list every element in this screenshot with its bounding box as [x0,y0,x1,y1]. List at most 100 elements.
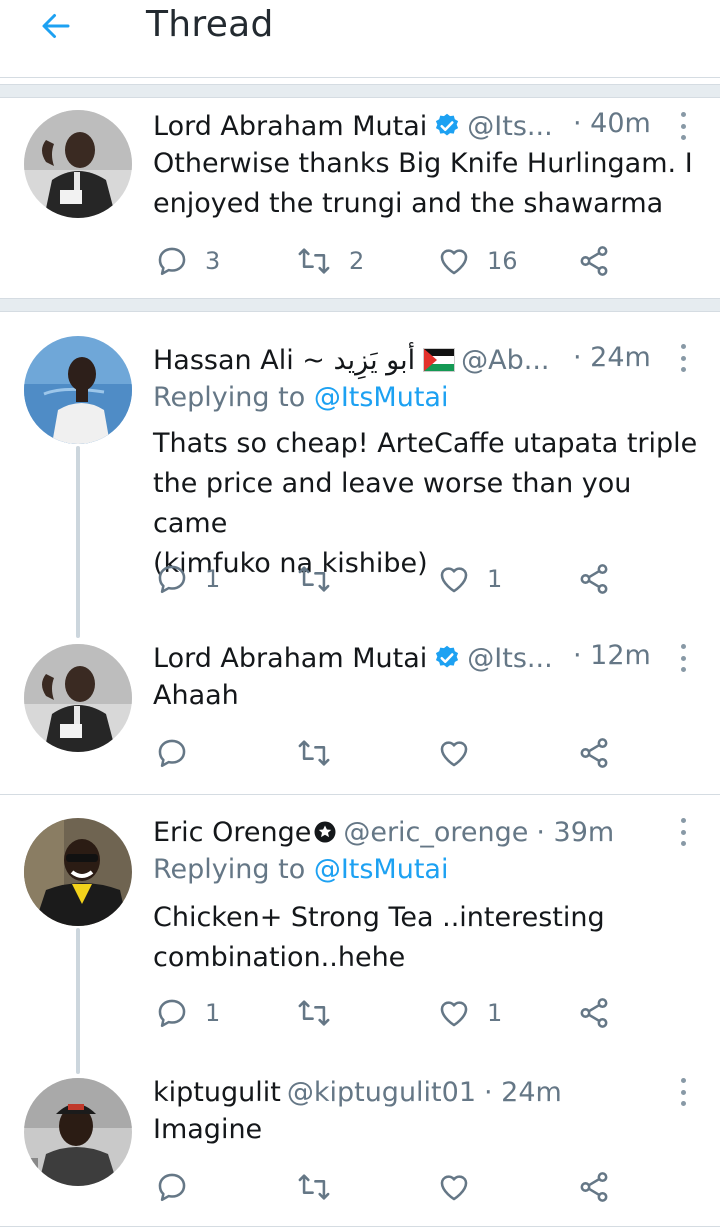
reply-icon [158,999,186,1028]
retweet-icon [298,566,330,592]
author-name[interactable]: Lord Abraham Mutai [153,643,427,674]
retweet-button[interactable] [295,1170,333,1204]
tweet-divider [0,794,720,795]
reply-count: 3 [205,247,221,275]
more-options-icon[interactable] [676,642,690,674]
heart-icon [440,1175,468,1201]
mention-link[interactable]: @ItsMutai [314,382,449,413]
author-name[interactable]: Eric Orenge [153,817,311,848]
retweet-button[interactable]: 2 [295,244,364,278]
arrow-left-icon [42,14,70,38]
share-button[interactable] [577,244,611,278]
tweet-text: Ahaah [153,680,239,711]
reply-icon [158,565,186,594]
mention-link[interactable]: @ItsMutai [314,854,449,885]
like-button[interactable] [437,736,471,770]
share-button[interactable] [577,562,611,596]
avatar[interactable] [24,110,132,218]
reply-icon [158,1173,186,1202]
reply-button[interactable] [155,1170,189,1204]
reply-icon [158,739,186,768]
replying-to-label: Replying to [153,854,314,885]
tweet-time[interactable]: · 39m [536,817,614,848]
reply-button[interactable]: 1 [155,562,220,596]
heart-icon [440,249,468,275]
author-name[interactable]: Hassan Ali ~ أبو يَزِيد [153,345,415,376]
like-count: 16 [487,247,518,275]
avatar[interactable] [24,1078,132,1186]
back-button[interactable] [36,6,76,46]
tweet-divider [0,1226,720,1227]
retweet-count: 2 [349,247,365,275]
retweet-icon [298,1000,330,1026]
retweet-button[interactable] [295,996,349,1030]
author-handle[interactable]: @Its... [467,111,552,142]
verified-badge-icon [433,644,461,672]
reply-button[interactable] [155,736,189,770]
share-icon [580,1172,608,1202]
tweet-time[interactable]: · 12m [573,640,651,671]
author-handle[interactable]: @Ab... [461,345,549,376]
retweet-button[interactable] [295,562,349,596]
reply-count: 1 [205,565,221,593]
share-button[interactable] [577,736,611,770]
share-icon [580,246,608,276]
heart-icon [440,567,468,593]
share-icon [580,564,608,594]
like-button[interactable]: 16 [437,244,518,278]
section-separator [0,84,720,98]
palestine-flag-icon [423,348,456,372]
share-icon [580,998,608,1028]
author-handle[interactable]: @eric_orenge [343,817,528,848]
replying-to-label: Replying to [153,382,314,413]
verified-badge-icon [433,112,461,140]
like-button[interactable]: 1 [437,996,502,1030]
author-name[interactable]: kiptugulit [153,1077,281,1108]
like-button[interactable] [437,1170,471,1204]
avatar[interactable] [24,644,132,752]
like-button[interactable]: 1 [437,562,502,596]
replying-to: Replying to @ItsMutai [153,382,448,413]
share-button[interactable] [577,996,611,1030]
share-icon [580,738,608,768]
heart-icon [440,741,468,767]
tweet[interactable]: Lord Abraham Mutai @Its... · 12m Ahaah [0,640,720,790]
reply-icon [158,247,186,276]
more-options-icon[interactable] [676,1076,690,1108]
thread-header: Thread [0,0,720,78]
like-count: 1 [487,999,503,1027]
tweet-time[interactable]: · 24m [484,1077,562,1108]
tweet-text: Otherwise thanks Big Knife Hurlingam. I … [153,148,693,219]
retweet-icon [298,740,330,766]
section-separator [0,298,720,312]
avatar[interactable] [24,818,132,926]
author-handle[interactable]: @Its... [467,643,552,674]
heart-icon [440,1001,468,1027]
retweet-button[interactable] [295,736,333,770]
avatar[interactable] [24,336,132,444]
tweet[interactable]: Hassan Ali ~ أبو يَزِيد @Ab... · 24m Rep… [0,336,720,630]
tweet-time[interactable]: · 40m [573,108,651,139]
tweet[interactable]: kiptugulit @kiptugulit01 · 24m Imagine [0,1074,720,1224]
star-badge-icon [313,820,337,844]
share-button[interactable] [577,1170,611,1204]
page-title: Thread [146,4,274,45]
replying-to: Replying to @ItsMutai [153,854,448,885]
author-handle[interactable]: @kiptugulit01 [287,1077,476,1108]
retweet-icon [298,248,330,274]
retweet-icon [298,1174,330,1200]
more-options-icon[interactable] [676,816,690,848]
reply-button[interactable]: 1 [155,996,220,1030]
tweet[interactable]: Eric Orenge @eric_orenge · 39m Replying … [0,814,720,1044]
more-options-icon[interactable] [676,342,690,374]
tweet-text: Thats so cheap! ArteCaffe utapata triple… [153,428,698,579]
like-count: 1 [487,565,503,593]
reply-count: 1 [205,999,221,1027]
tweet-text: Chicken+ Strong Tea ..interesting combin… [153,902,605,973]
tweet-time[interactable]: · 24m [573,342,651,373]
more-options-icon[interactable] [676,110,690,142]
author-name[interactable]: Lord Abraham Mutai [153,111,427,142]
tweet-text: Imagine [153,1114,263,1145]
reply-button[interactable]: 3 [155,244,220,278]
tweet[interactable]: Lord Abraham Mutai @Its... · 40m Otherwi… [0,106,720,296]
